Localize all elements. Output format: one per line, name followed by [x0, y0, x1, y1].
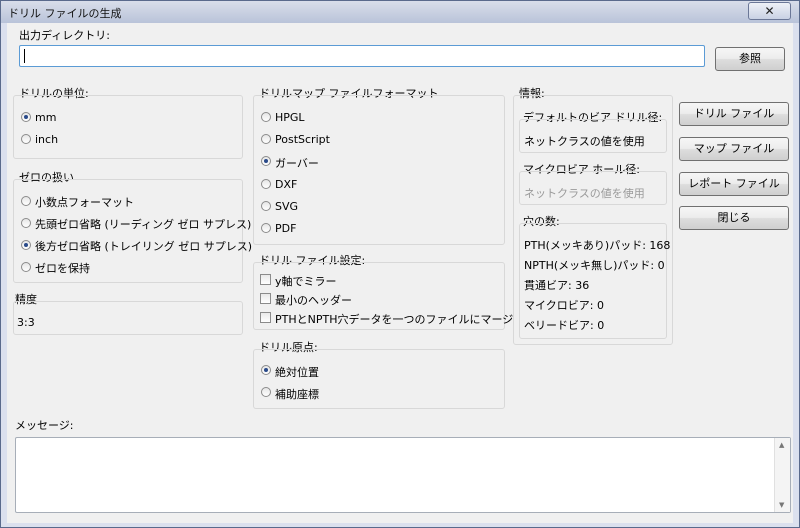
origin-absolute-label: 絶対位置 — [275, 366, 319, 379]
units-mm-label: mm — [35, 111, 57, 124]
radio-origin-absolute[interactable] — [261, 365, 271, 375]
messages-textarea[interactable]: ▲ ▼ — [15, 437, 791, 513]
holes-through-vias: 貫通ビア: 36 — [524, 279, 590, 292]
text-caret — [24, 49, 25, 63]
units-inch-label: inch — [35, 133, 59, 146]
output-dir-input[interactable] — [19, 45, 705, 67]
origin-aux-label: 補助座標 — [275, 388, 319, 401]
output-dir-label: 出力ディレクトリ: — [19, 29, 110, 42]
radio-map-svg[interactable] — [261, 201, 271, 211]
checkbox-merge-pth-npth[interactable] — [260, 312, 271, 323]
radio-map-postscript[interactable] — [261, 134, 271, 144]
zeros-suppress-leading-label: 先頭ゼロ省略 (リーディング ゼロ サプレス) — [35, 218, 252, 231]
holes-pth-pads: PTH(メッキあり)パッド: 168 — [524, 239, 671, 252]
drill-units-group — [13, 95, 243, 159]
messages-scrollbar[interactable]: ▲ ▼ — [774, 438, 790, 512]
map-pdf-label: PDF — [275, 222, 297, 235]
title-bar: ドリル ファイルの生成 ✕ — [1, 1, 799, 23]
map-hpgl-label: HPGL — [275, 111, 305, 124]
radio-zeros-suppress-leading[interactable] — [21, 218, 31, 228]
radio-origin-aux[interactable] — [261, 387, 271, 397]
generate-drill-file-button[interactable]: ドリル ファイル — [679, 102, 789, 126]
window-title: ドリル ファイルの生成 — [8, 7, 122, 20]
map-postscript-label: PostScript — [275, 133, 330, 146]
map-gerber-label: ガーバー — [275, 157, 319, 170]
radio-map-gerber[interactable] — [261, 156, 271, 166]
map-svg-label: SVG — [275, 200, 299, 213]
scroll-up-icon[interactable]: ▲ — [779, 441, 784, 449]
close-icon: ✕ — [764, 4, 775, 18]
radio-map-hpgl[interactable] — [261, 112, 271, 122]
radio-units-inch[interactable] — [21, 134, 31, 144]
checkbox-minimal-header[interactable] — [260, 293, 271, 304]
precision-group — [13, 301, 243, 335]
default-via-value: ネットクラスの値を使用 — [524, 135, 645, 148]
holes-npth-pads: NPTH(メッキ無し)パッド: 0 — [524, 259, 665, 272]
micro-via-value: ネットクラスの値を使用 — [524, 187, 645, 200]
dialog-body: 出力ディレクトリ: 参照 ドリルの単位: mm inch ゼロの扱い 小数点フォ… — [7, 23, 793, 523]
generate-map-file-button[interactable]: マップ ファイル — [679, 137, 789, 161]
generate-report-file-button[interactable]: レポート ファイル — [679, 172, 789, 196]
merge-pth-npth-label: PTHとNPTH穴データを一つのファイルにマージ — [275, 313, 514, 326]
messages-label: メッセージ: — [15, 419, 74, 432]
scroll-down-icon[interactable]: ▼ — [779, 501, 784, 509]
map-dxf-label: DXF — [275, 178, 298, 191]
radio-zeros-suppress-trailing[interactable] — [21, 240, 31, 250]
precision-value: 3:3 — [17, 316, 35, 329]
radio-zeros-decimal[interactable] — [21, 196, 31, 206]
dialog-window: ドリル ファイルの生成 ✕ 出力ディレクトリ: 参照 ドリルの単位: mm in… — [0, 0, 800, 528]
close-button[interactable]: 閉じる — [679, 206, 789, 230]
mirror-y-label: y軸でミラー — [275, 275, 337, 288]
holes-micro-vias: マイクロビア: 0 — [524, 299, 604, 312]
holes-buried-vias: ベリードビア: 0 — [524, 319, 605, 332]
zeros-keep-label: ゼロを保持 — [35, 262, 90, 275]
radio-map-dxf[interactable] — [261, 179, 271, 189]
radio-map-pdf[interactable] — [261, 223, 271, 233]
zeros-suppress-trailing-label: 後方ゼロ省略 (トレイリング ゼロ サプレス) — [35, 240, 253, 253]
radio-zeros-keep[interactable] — [21, 262, 31, 272]
zeros-decimal-label: 小数点フォーマット — [35, 196, 134, 209]
close-window-button[interactable]: ✕ — [748, 2, 791, 20]
checkbox-mirror-y[interactable] — [260, 274, 271, 285]
minimal-header-label: 最小のヘッダー — [275, 294, 352, 307]
radio-units-mm[interactable] — [21, 112, 31, 122]
browse-button[interactable]: 参照 — [715, 47, 785, 71]
